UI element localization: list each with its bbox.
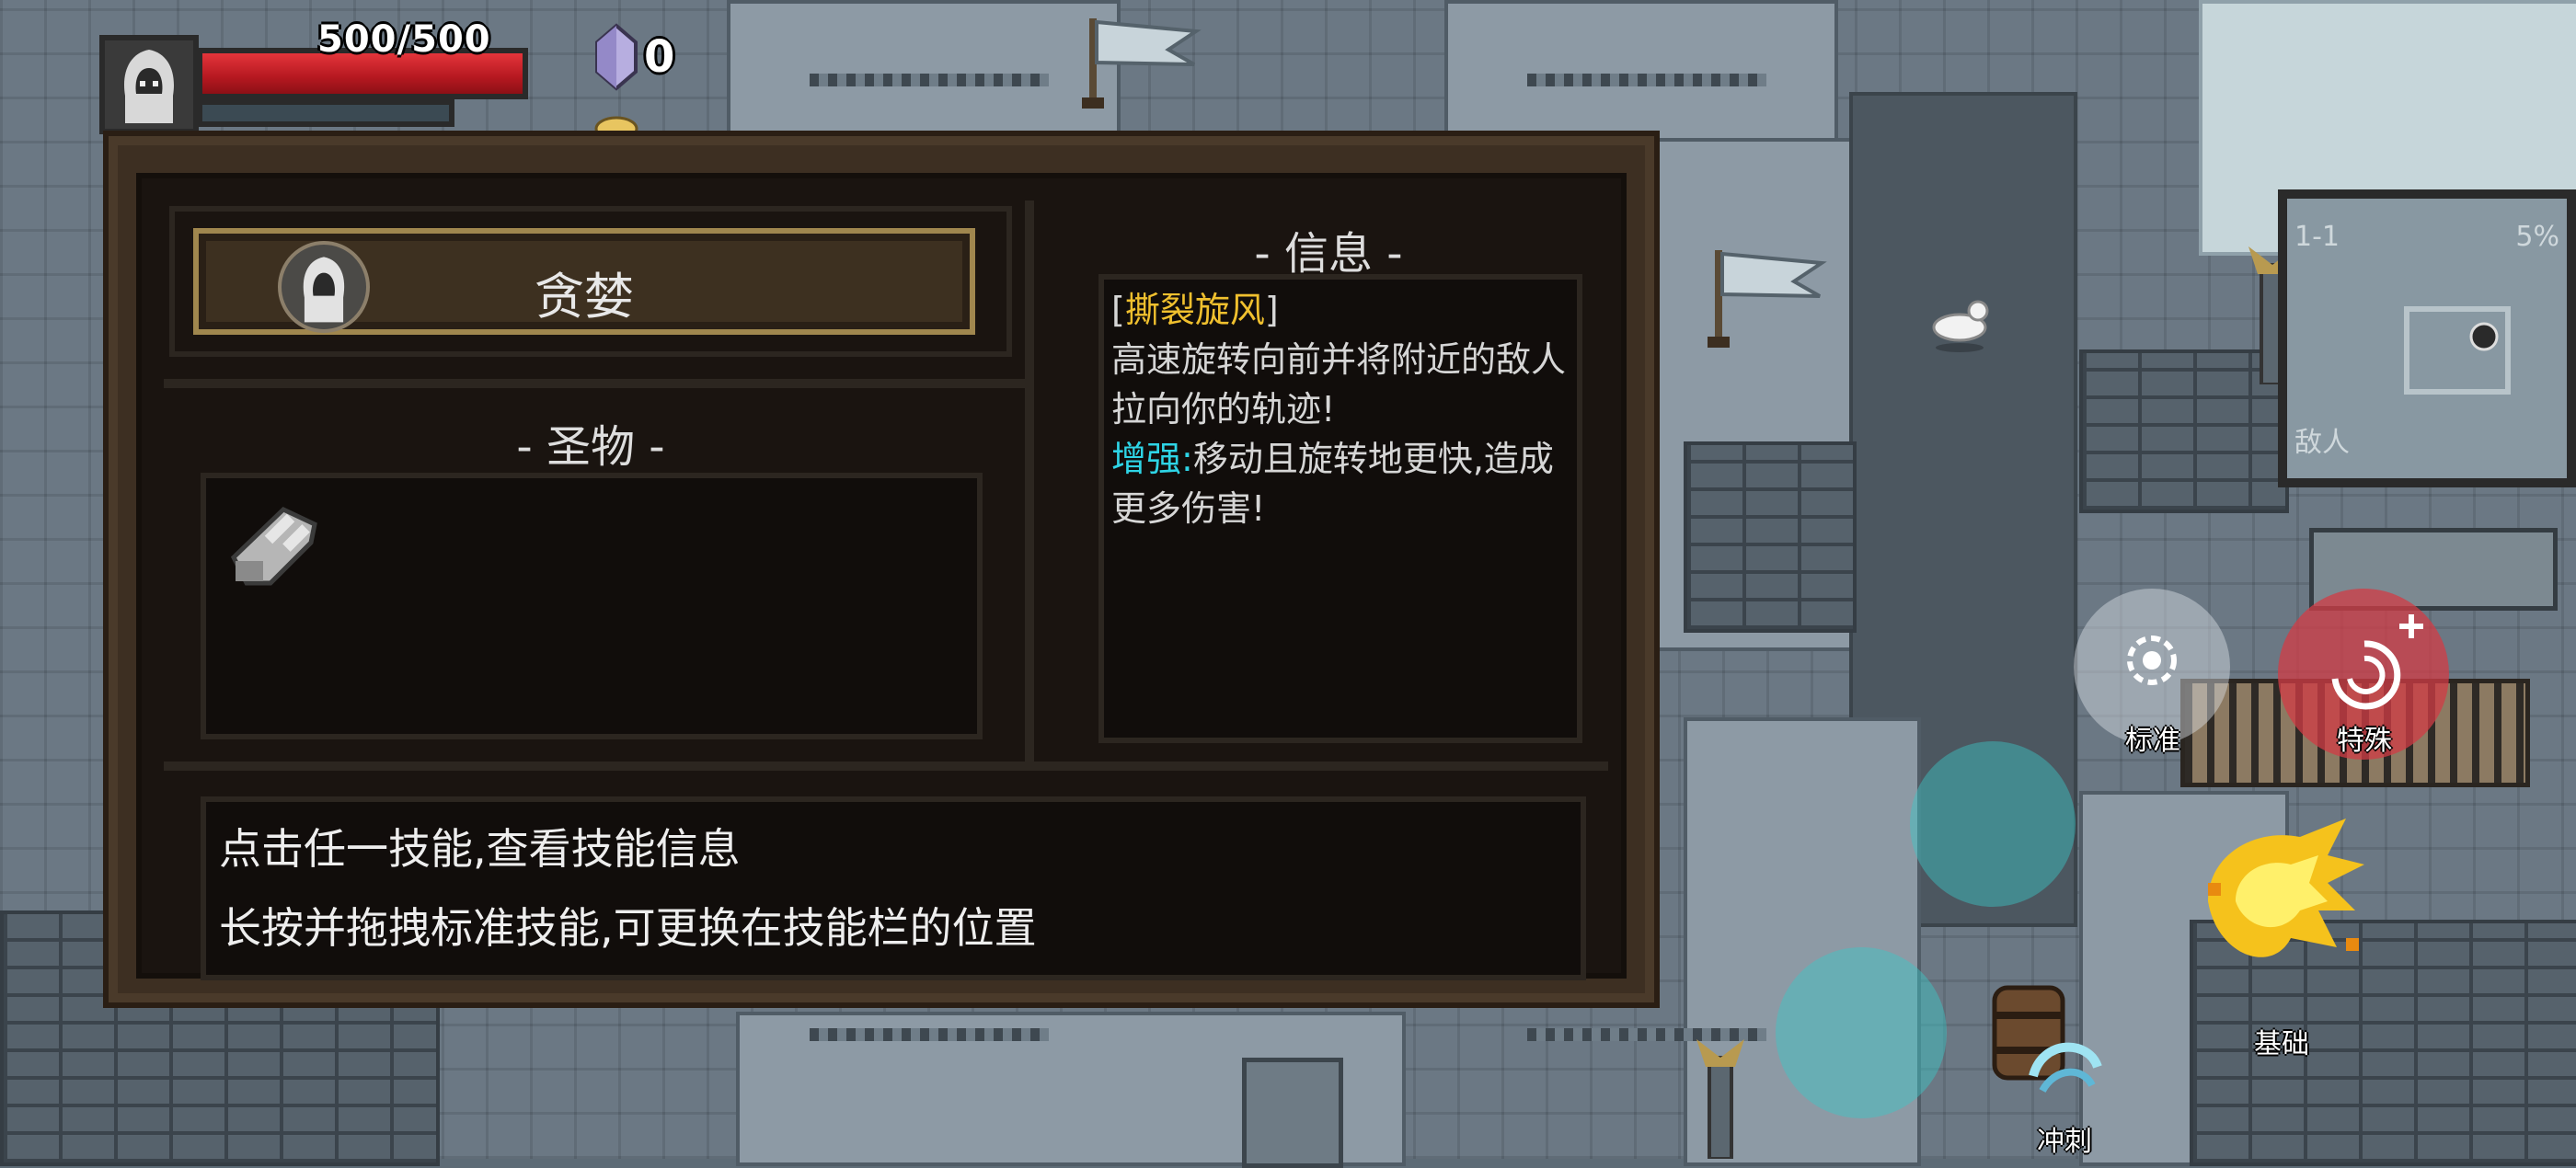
- hint-line-2: 长按并拖拽标准技能,可更换在技能栏的位置: [219, 903, 1037, 953]
- hooded-player-avatar-icon: [124, 50, 174, 123]
- minimap-progress: 5%: [2515, 221, 2559, 253]
- panel-divider: [164, 761, 1608, 771]
- panel-divider: [164, 379, 1029, 388]
- wall-trim: [1527, 74, 1766, 86]
- hint-box: 点击任一技能,查看技能信息 长按并拖拽标准技能,可更换在技能栏的位置: [201, 796, 1586, 980]
- floor-tile: [727, 0, 1121, 145]
- banner-flag-icon: [1082, 18, 1202, 109]
- skill-name: 撕裂旋风: [1124, 290, 1265, 330]
- wall-trim: [810, 1028, 1049, 1041]
- standard-skill-label: 标准: [2125, 725, 2180, 757]
- minimap-level: 1-1: [2294, 221, 2340, 253]
- banner-flag-icon: [1708, 250, 1827, 348]
- hint-line-1: 点击任一技能,查看技能信息: [219, 824, 741, 874]
- character-name: 贪婪: [535, 268, 634, 326]
- brick-wall: [1684, 441, 1857, 633]
- whirlwind-skill-icon: [2331, 640, 2401, 710]
- minimap[interactable]: 1-1 5% 敌人: [2278, 189, 2576, 487]
- relic-slot-area: [201, 473, 983, 739]
- skill-info-box: [撕裂旋风] 高速旋转向前并将附近的敌人拉向你的轨迹! 增强:移动且旋转地更快,…: [1098, 274, 1582, 743]
- basic-attack-button[interactable]: [2171, 800, 2374, 1002]
- skill-description: 高速旋转向前并将附近的敌人拉向你的轨迹!: [1111, 339, 1567, 429]
- info-heading: - 信息 -: [1254, 228, 1403, 280]
- minimap-room-icon: [2404, 306, 2511, 395]
- gauntlet-relic-icon[interactable]: [219, 487, 329, 598]
- character-info-panel: 贪婪 - 圣物 - - 信息 - [撕裂旋风] 高速旋转向前并将附近的敌人拉向你…: [103, 131, 1660, 1008]
- signature-bar: [197, 99, 454, 127]
- joystick-zone[interactable]: [1910, 741, 2076, 907]
- standard-skill-icon: [2127, 636, 2177, 685]
- player-portrait[interactable]: [99, 35, 199, 134]
- enhance-line: 增强:移动且旋转地更快,造成更多伤害!: [1111, 434, 1571, 533]
- bird-icon: [1932, 300, 1989, 352]
- minimap-enemies-label: 敌人: [2294, 427, 2350, 459]
- plus-icon: [2399, 614, 2423, 638]
- wall-trim: [810, 74, 1049, 86]
- gem-count: 0: [644, 31, 675, 83]
- panel-divider: [1025, 200, 1034, 761]
- dash-skill-button[interactable]: [2015, 1021, 2116, 1113]
- movement-joystick[interactable]: [1776, 947, 1947, 1118]
- relic-heading: - 圣物 -: [516, 421, 665, 473]
- gem-icon: [595, 23, 638, 91]
- special-skill-label: 特殊: [2337, 725, 2392, 757]
- health-text: 500/500: [317, 18, 491, 61]
- dash-skill-label: 冲刺: [2037, 1126, 2092, 1158]
- character-name-bar[interactable]: 贪婪: [193, 228, 975, 335]
- hint-text: 点击任一技能,查看技能信息 长按并拖拽标准技能,可更换在技能栏的位置: [219, 809, 1037, 968]
- floor-tile: [1444, 0, 1838, 145]
- enhance-label: 增强:: [1111, 439, 1193, 479]
- name-section: 贪婪: [169, 206, 1012, 357]
- stone-pillar: [1242, 1058, 1343, 1168]
- skill-title-line: [撕裂旋风]: [1111, 290, 1279, 330]
- basic-attack-label: 基础: [2254, 1028, 2309, 1060]
- torch-icon: [1696, 1039, 1744, 1159]
- panel-inner: 贪婪 - 圣物 - - 信息 - [撕裂旋风] 高速旋转向前并将附近的敌人拉向你…: [136, 173, 1627, 980]
